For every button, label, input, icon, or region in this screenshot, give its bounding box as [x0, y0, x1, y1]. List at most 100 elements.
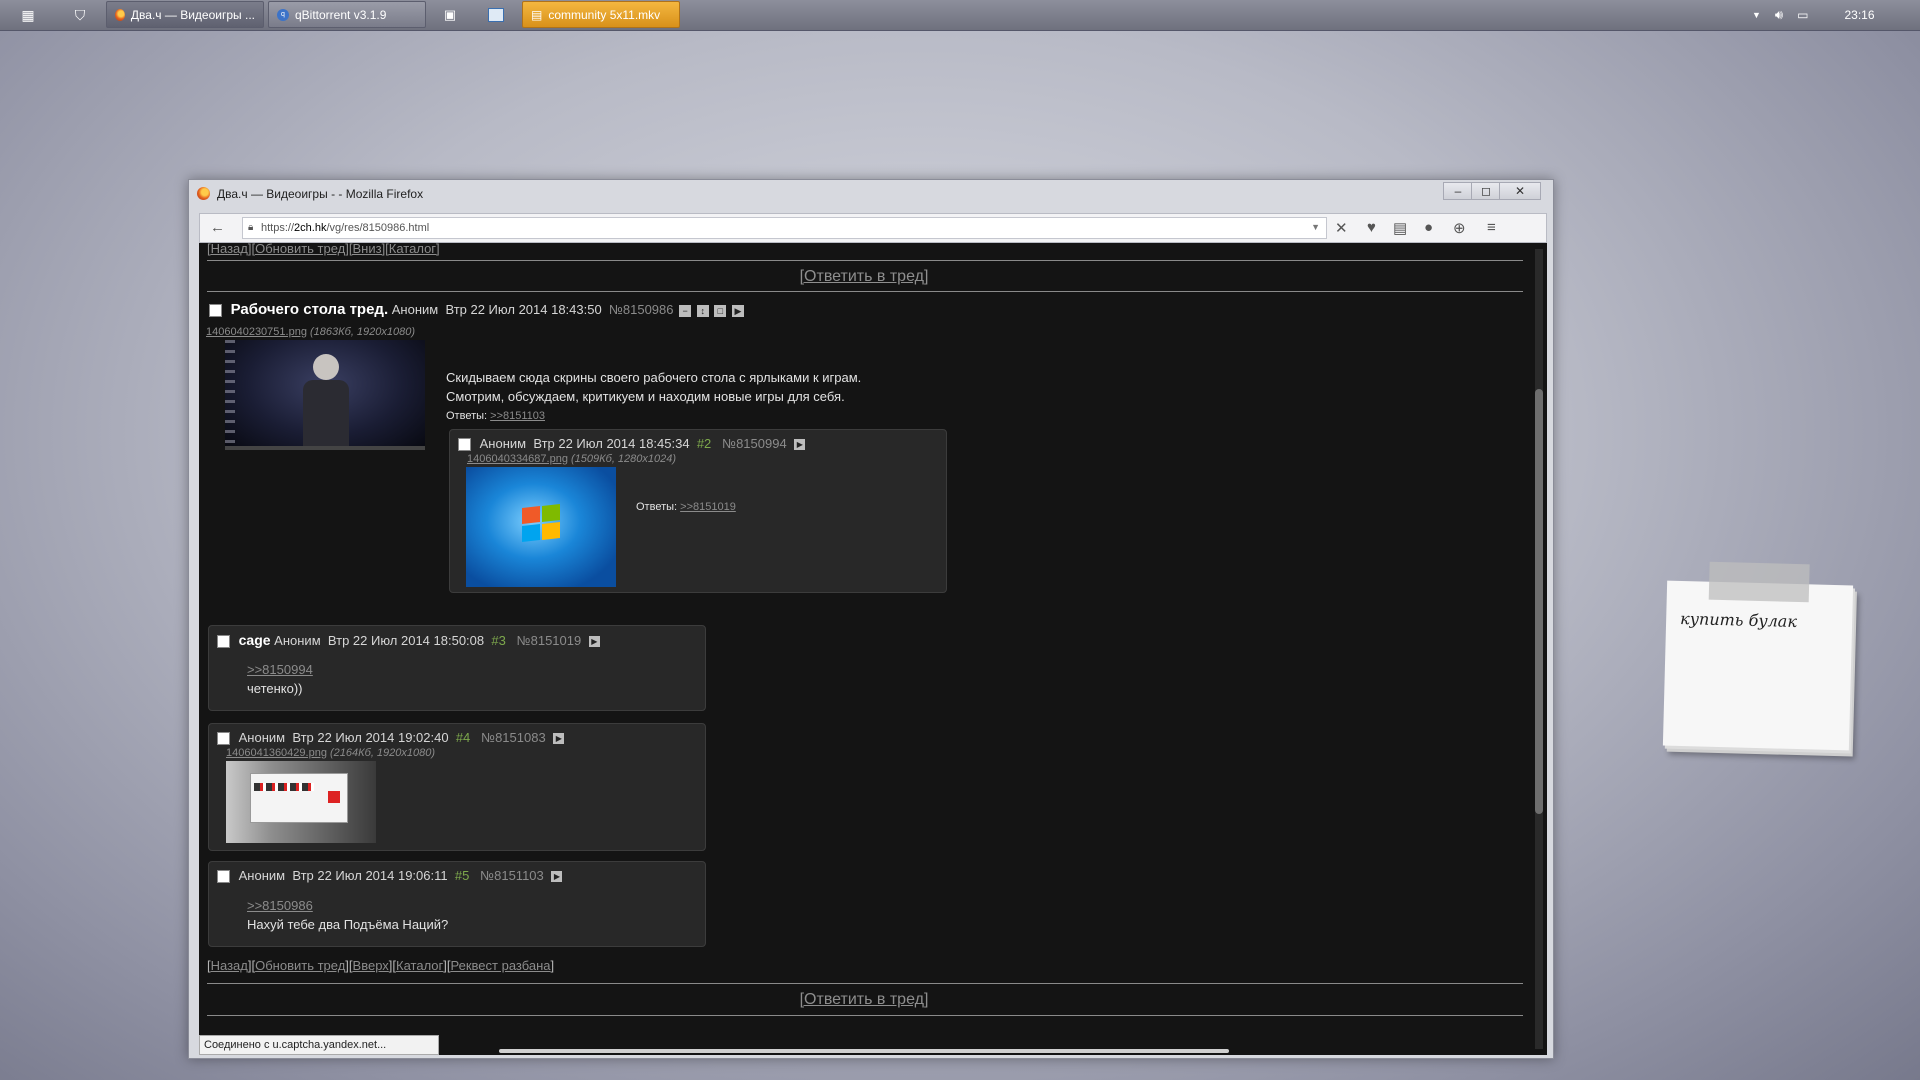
window-title: Два.ч — Видеоигры - - Mozilla Firefox: [217, 187, 424, 201]
fox-app-icon[interactable]: ⛉: [70, 2, 90, 28]
back-arrow-icon[interactable]: ←: [210, 219, 225, 236]
op-file-info: 1406040230751.png (1863Кб, 1920x1080): [206, 326, 415, 338]
firefox-icon: [115, 8, 125, 21]
quote-link[interactable]: >>8150994: [247, 660, 313, 679]
post-checkbox[interactable]: [217, 635, 230, 649]
post-author: Аноним: [238, 730, 286, 745]
nav-back-link[interactable]: Назад: [211, 958, 248, 973]
post-ordinal: #3: [491, 633, 506, 648]
hide-thread-icon[interactable]: −: [679, 304, 692, 317]
window-titlebar[interactable]: Два.ч — Видеоигры - - Mozilla Firefox – …: [189, 180, 1553, 208]
horizontal-scrollbar[interactable]: [499, 1049, 1229, 1053]
task-video-player[interactable]: ▤ community 5x11.mkv: [522, 1, 680, 28]
taskbar: ▦ ⛉ Два.ч — Видеоигры ... q qBittorrent …: [0, 0, 1920, 31]
tray-expand-icon[interactable]: ▼: [1752, 10, 1761, 20]
post-date: Втр 22 Июл 2014 18:45:34: [533, 436, 690, 451]
volume-icon[interactable]: 🔊︎: [1775, 7, 1783, 23]
op-thumbnail[interactable]: [225, 340, 425, 450]
divider: [207, 291, 1523, 292]
dropdown-arrow-icon[interactable]: ▼: [1311, 222, 1320, 232]
nav-refresh-link[interactable]: Обновить тред: [255, 958, 345, 973]
firefox-icon: [197, 187, 210, 200]
play-icon[interactable]: ▶: [794, 439, 806, 451]
post-thumbnail[interactable]: [226, 761, 376, 843]
post-replies: Ответы: >>8151019: [636, 501, 736, 513]
clock[interactable]: 23:16: [1844, 8, 1874, 22]
task-firefox[interactable]: Два.ч — Видеоигры ...: [106, 1, 264, 28]
post-file-link[interactable]: 1406041360429.png: [226, 747, 327, 759]
stop-icon[interactable]: ✕: [1335, 219, 1348, 237]
post-number[interactable]: №8151103: [480, 868, 544, 883]
play-icon[interactable]: ▶: [553, 733, 565, 745]
phone-app-icon[interactable]: ▣: [440, 2, 460, 28]
drop-icon[interactable]: ●: [1424, 219, 1433, 236]
reply-link[interactable]: >>8151103: [490, 410, 545, 422]
play-icon[interactable]: ▶: [732, 304, 744, 317]
post-body: >>8150994 четенко)): [247, 660, 313, 698]
post-author: Аноним: [274, 633, 321, 648]
op-date: Втр 22 Июл 2014 18:43:50: [445, 302, 602, 317]
post-checkbox[interactable]: [217, 870, 230, 884]
post-ordinal: #5: [454, 868, 470, 883]
post-number[interactable]: №8151019: [517, 633, 582, 648]
clipboard-icon[interactable]: ▤: [1393, 219, 1407, 237]
nav-unban-request-link[interactable]: Реквест разбана: [451, 958, 551, 973]
op-number[interactable]: №8150986: [609, 302, 674, 317]
post-text: Нахуй тебе два Подъёма Наций?: [247, 917, 449, 932]
network-icon[interactable]: ▭: [1797, 8, 1808, 22]
divider: [207, 983, 1523, 984]
op-text: Скидываем сюда скрины своего рабочего ст…: [446, 370, 862, 404]
firefox-window: Два.ч — Видеоигры - - Mozilla Firefox – …: [188, 179, 1554, 1059]
nav-catalog-link[interactable]: Каталог: [396, 958, 443, 973]
post-checkbox[interactable]: [217, 732, 230, 746]
op-checkbox[interactable]: [209, 304, 222, 318]
reply-to-thread-link-bottom[interactable]: [Ответить в тред]: [199, 991, 1529, 1009]
post-file-meta: (2164Кб, 1920x1080): [330, 747, 436, 759]
quote-link[interactable]: >>8150986: [247, 896, 448, 915]
video-player-icon: ▤: [531, 7, 543, 22]
post-ordinal: #2: [696, 436, 712, 451]
task-label: qBittorrent v3.1.9: [295, 7, 387, 22]
play-icon[interactable]: ▶: [588, 636, 600, 648]
expand-icon[interactable]: ↕: [696, 304, 709, 317]
post-number[interactable]: №8151083: [481, 730, 546, 745]
menu-hamburger-icon[interactable]: ≡: [1487, 219, 1496, 236]
close-button[interactable]: ✕: [1499, 182, 1541, 200]
post-file-info: 1406040334687.png (1509Кб, 1280x1024): [467, 453, 676, 465]
page-viewport: [Назад][Обновить тред][Вниз][Каталог] [О…: [199, 243, 1547, 1055]
play-icon[interactable]: ▶: [551, 871, 563, 883]
start-grid-icon[interactable]: ▦: [18, 2, 38, 28]
url-bar[interactable]: 🔒︎ https://2ch.hk/vg/res/8150986.html ▼: [242, 217, 1327, 239]
vertical-scrollbar[interactable]: [1535, 249, 1543, 1049]
top-nav-links[interactable]: [Назад][Обновить тред][Вниз][Каталог]: [207, 243, 440, 256]
post-checkbox[interactable]: [458, 438, 471, 452]
post-ordinal: #4: [455, 730, 471, 745]
pocket-heart-icon[interactable]: ♥: [1367, 219, 1376, 236]
reply-to-thread-link-top[interactable]: [Ответить в тред]: [199, 268, 1529, 286]
scrollbar-thumb[interactable]: [1535, 389, 1543, 814]
maximize-button[interactable]: ◻: [1471, 182, 1501, 200]
post-header: сage Аноним Втр 22 Июл 2014 18:50:08 #3 …: [217, 632, 600, 649]
reply-link[interactable]: >>8151019: [680, 501, 736, 513]
post-date: Втр 22 Июл 2014 19:06:11: [292, 868, 448, 883]
sticky-note-text: купить булак: [1679, 608, 1798, 632]
op-file-link[interactable]: 1406040230751.png: [206, 326, 307, 338]
sage-label: сage: [238, 632, 271, 648]
nav-top-link[interactable]: Вверх: [353, 958, 389, 973]
post-8150994: Аноним Втр 22 Июл 2014 18:45:34 #2 №8150…: [449, 429, 947, 593]
qbittorrent-icon: q: [277, 8, 289, 21]
op-file-meta: (1863Кб, 1920x1080): [310, 326, 416, 338]
post-8151019: сage Аноним Втр 22 Июл 2014 18:50:08 #3 …: [208, 625, 706, 711]
favorite-icon[interactable]: □: [714, 304, 727, 317]
task-qbittorrent[interactable]: q qBittorrent v3.1.9: [268, 1, 426, 28]
post-file-meta: (1509Кб, 1280x1024): [571, 453, 677, 465]
chart-app-icon[interactable]: [486, 2, 506, 28]
post-thumbnail[interactable]: [466, 467, 616, 587]
download-icon[interactable]: ⊕: [1453, 219, 1466, 237]
sticky-note[interactable]: купить булак: [1662, 561, 1854, 751]
minimize-button[interactable]: –: [1443, 182, 1473, 200]
post-8151083: Аноним Втр 22 Июл 2014 19:02:40 #4 №8151…: [208, 723, 706, 851]
bottom-nav-links: [Назад][Обновить тред][Вверх][Каталог][Р…: [207, 958, 555, 973]
post-file-link[interactable]: 1406040334687.png: [467, 453, 568, 465]
post-number[interactable]: №8150994: [722, 436, 787, 451]
